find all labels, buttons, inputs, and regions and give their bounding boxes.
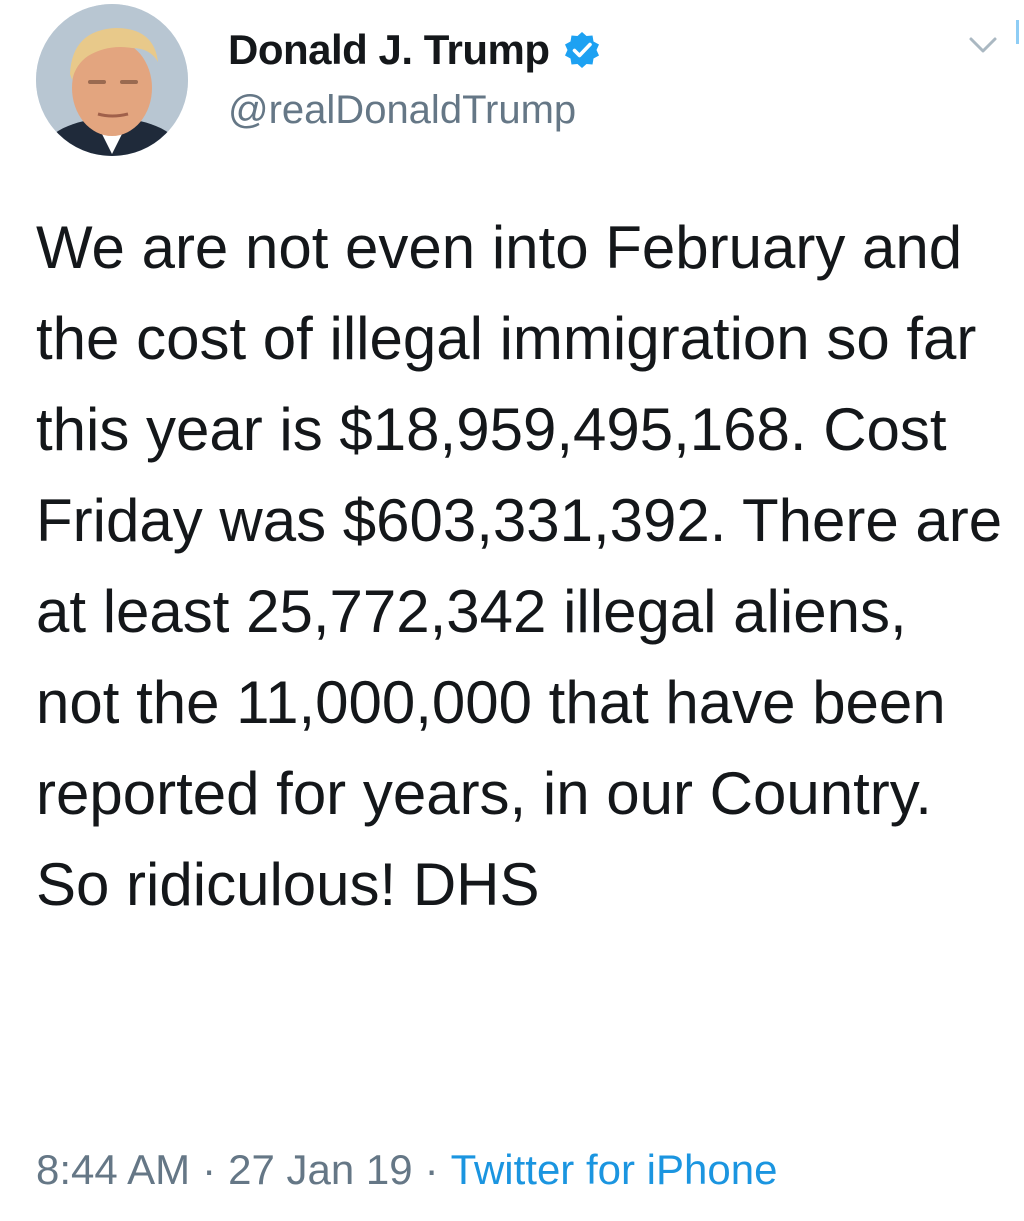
avatar[interactable] [36, 4, 188, 156]
meta-separator: · [202, 1146, 217, 1193]
edge-indicator [1016, 20, 1019, 44]
tweet-date[interactable]: 27 Jan 19 [228, 1146, 413, 1193]
verified-badge-icon [562, 30, 602, 70]
tweet-text: We are not even into February and the co… [36, 214, 1003, 918]
author-handle[interactable]: @realDonaldTrump [228, 88, 576, 133]
author-display-name[interactable]: Donald J. Trump [228, 26, 550, 74]
tweet-time[interactable]: 8:44 AM [36, 1146, 190, 1193]
meta-separator: · [424, 1146, 439, 1193]
avatar-image [36, 4, 188, 156]
author-name-row[interactable]: Donald J. Trump [228, 22, 602, 78]
tweet-source-link[interactable]: Twitter for iPhone [451, 1146, 778, 1193]
chevron-down-icon[interactable] [966, 30, 1000, 60]
tweet-metadata: 8:44 AM · 27 Jan 19 · Twitter for iPhone [36, 1146, 777, 1194]
tweet-card: Donald J. Trump @realDonaldTrump We are … [0, 0, 1024, 1221]
